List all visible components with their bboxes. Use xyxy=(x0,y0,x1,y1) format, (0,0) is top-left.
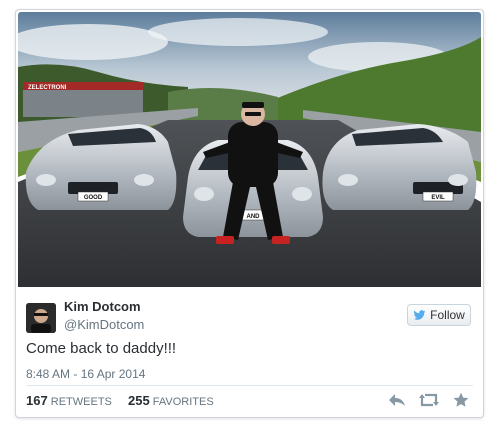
avatar-image xyxy=(26,303,56,333)
car-right: EVIL xyxy=(322,124,477,210)
tweet-timestamp[interactable]: 8:48 AM - 16 Apr 2014 xyxy=(26,367,145,381)
author-name[interactable]: Kim Dotcom xyxy=(64,299,141,314)
retweets-count[interactable]: 167 xyxy=(26,393,48,408)
plate-right: EVIL xyxy=(431,195,445,201)
reply-button[interactable] xyxy=(387,391,407,409)
author-handle[interactable]: @KimDotcom xyxy=(64,317,144,332)
plate-center: AND xyxy=(247,214,261,220)
plate-left: GOOD xyxy=(84,195,103,201)
follow-label: Follow xyxy=(430,308,465,322)
reply-icon xyxy=(389,394,405,406)
retweet-icon xyxy=(419,393,439,407)
retweet-button[interactable] xyxy=(419,391,439,409)
tweet-photo[interactable]: ZELECTRONI GOOD EVIL AND xyxy=(18,12,481,287)
tweet-body: Kim Dotcom @KimDotcom Follow Come back t… xyxy=(16,287,483,417)
tweet-card: ZELECTRONI GOOD EVIL AND Kim Dotcom @Kim… xyxy=(15,9,484,418)
tweet-stats: 167 RETWEETS 255 FAVORITES xyxy=(26,393,214,408)
retweets-label[interactable]: RETWEETS xyxy=(51,396,112,408)
star-icon xyxy=(453,392,469,407)
bird-icon xyxy=(413,309,426,320)
favorites-count[interactable]: 255 xyxy=(128,393,150,408)
photo-scene: ZELECTRONI GOOD EVIL AND xyxy=(18,12,481,287)
tweet-actions xyxy=(387,391,471,409)
favorite-button[interactable] xyxy=(451,391,471,409)
favorites-label[interactable]: FAVORITES xyxy=(153,396,214,408)
divider xyxy=(26,385,473,386)
tweet-text: Come back to daddy!!! xyxy=(26,340,177,357)
track-sign: ZELECTRONI xyxy=(28,85,67,91)
follow-button[interactable]: Follow xyxy=(407,304,471,326)
avatar[interactable] xyxy=(26,303,56,333)
